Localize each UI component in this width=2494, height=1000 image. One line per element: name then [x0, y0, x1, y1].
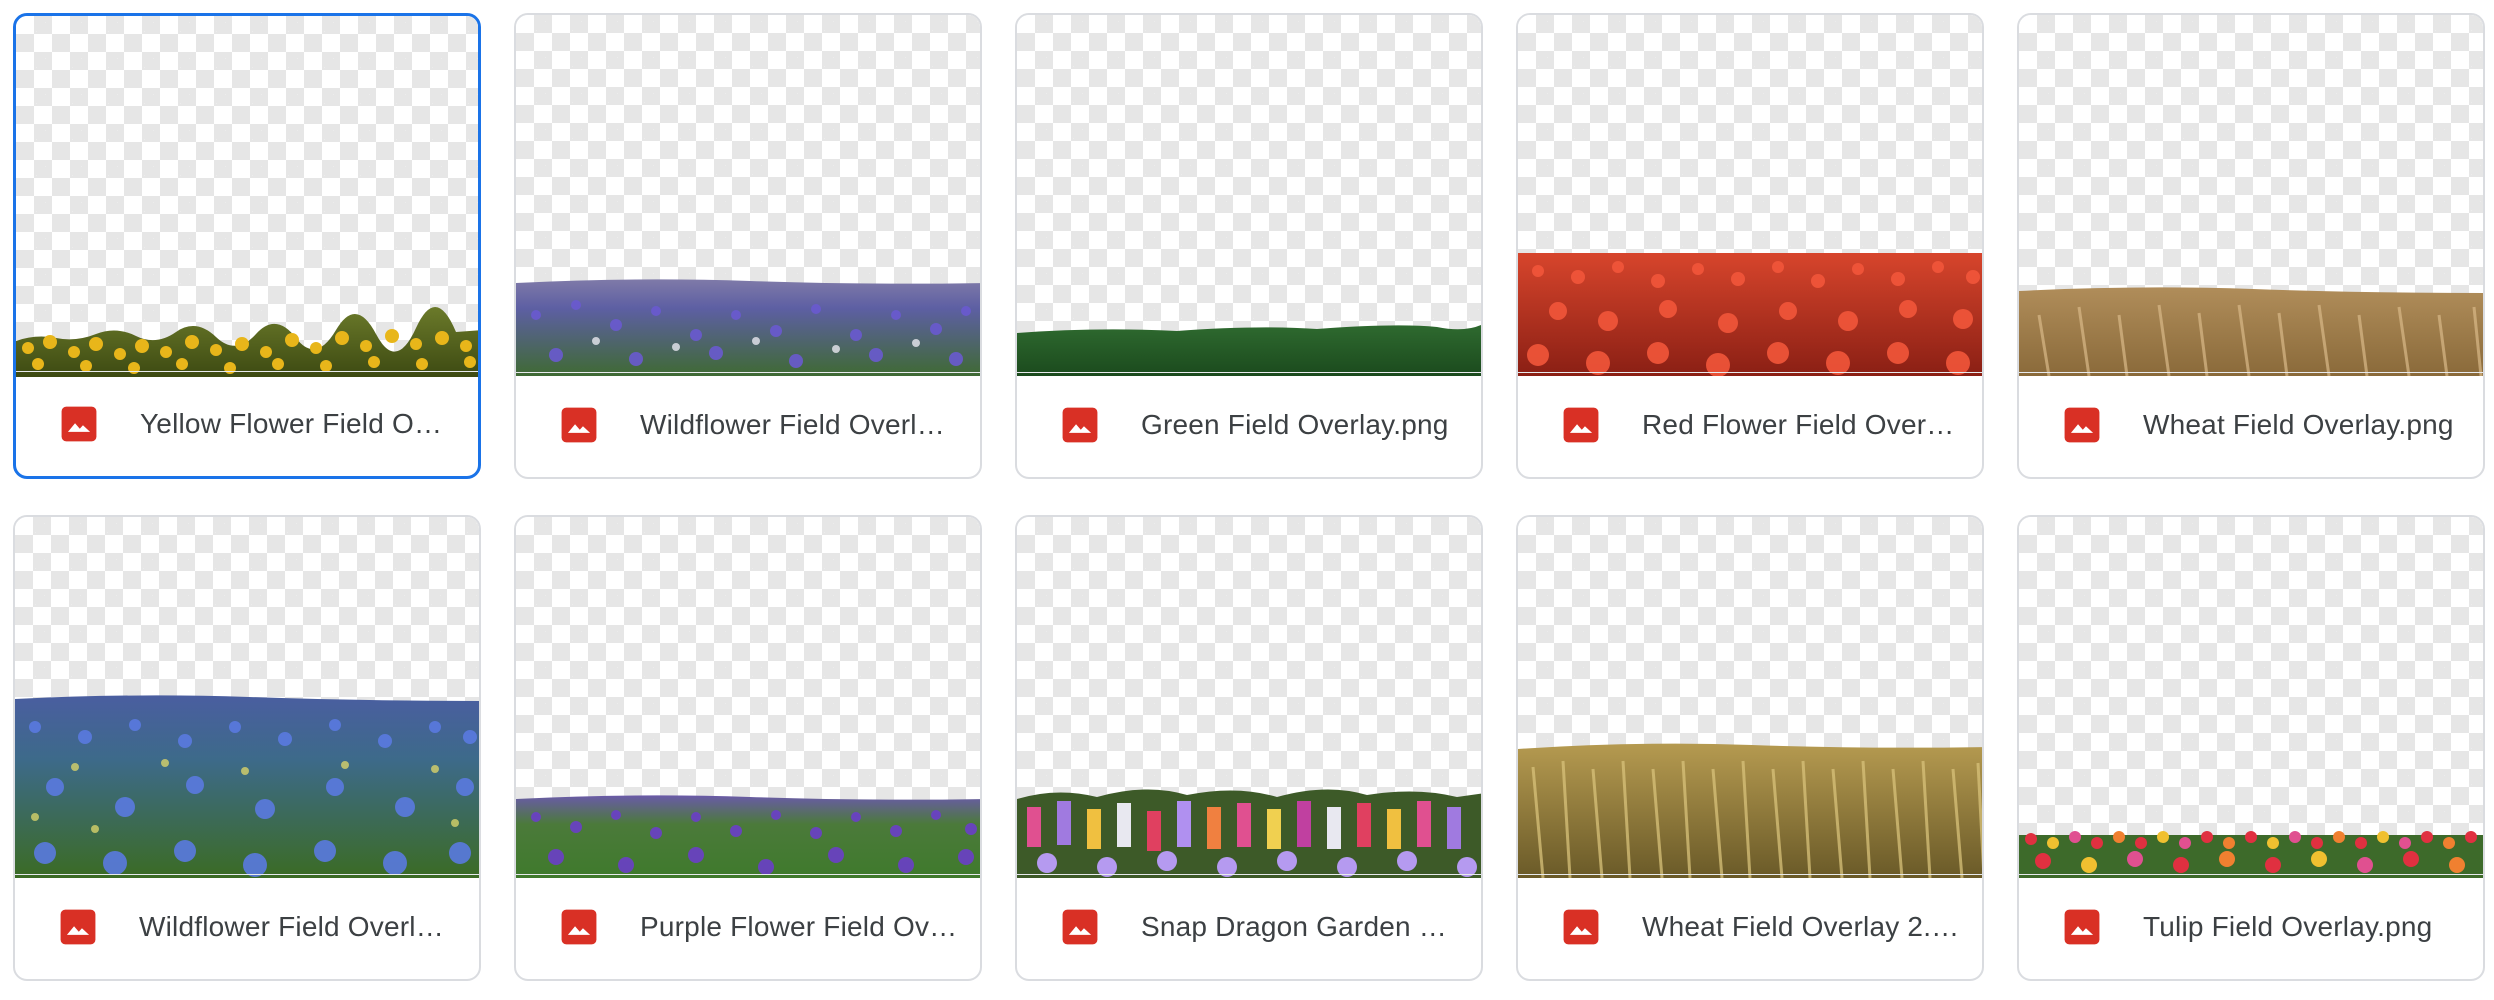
file-label-row: Red Flower Field Overl… [1518, 372, 1982, 477]
file-name: Snap Dragon Garden O… [1141, 911, 1459, 942]
file-name: Wildflower Field Overla… [139, 911, 457, 942]
file-grid: Yellow Flower Field Ov… Wildflower Field… [0, 0, 2494, 1000]
file-thumbnail [1518, 15, 1982, 376]
file-card[interactable]: Wheat Field Overlay 2.… [1516, 515, 1984, 981]
file-name: Wildflower Field Overla… [640, 409, 958, 440]
file-thumbnail [2019, 517, 2483, 878]
file-card[interactable]: Wheat Field Overlay.png [2017, 13, 2485, 479]
file-thumbnail [1518, 517, 1982, 878]
file-label-row: Wildflower Field Overla… [15, 874, 479, 979]
file-card[interactable]: Green Field Overlay.png [1015, 13, 1483, 479]
file-label-row: Snap Dragon Garden O… [1017, 874, 1481, 979]
image-file-icon [561, 909, 597, 945]
file-card[interactable]: Red Flower Field Overl… [1516, 13, 1984, 479]
file-thumbnail [516, 15, 980, 376]
file-thumbnail [516, 517, 980, 878]
file-label-row: Wheat Field Overlay.png [2019, 372, 2483, 477]
file-name: Red Flower Field Overl… [1642, 409, 1960, 440]
file-thumbnail [1017, 15, 1481, 376]
image-file-icon [2064, 909, 2100, 945]
image-file-icon [561, 407, 597, 443]
image-file-icon [1563, 407, 1599, 443]
file-thumbnail [1017, 517, 1481, 878]
file-card[interactable]: Yellow Flower Field Ov… [13, 13, 481, 479]
image-file-icon [1062, 909, 1098, 945]
image-file-icon [2064, 407, 2100, 443]
file-name: Yellow Flower Field Ov… [140, 408, 456, 439]
file-card[interactable]: Purple Flower Field Ov… [514, 515, 982, 981]
file-name: Green Field Overlay.png [1141, 409, 1449, 440]
file-name: Wheat Field Overlay.png [2143, 409, 2454, 440]
file-thumbnail [16, 16, 478, 377]
file-label-row: Purple Flower Field Ov… [516, 874, 980, 979]
image-file-icon [1563, 909, 1599, 945]
file-thumbnail [15, 517, 479, 878]
file-card[interactable]: Snap Dragon Garden O… [1015, 515, 1483, 981]
file-label-row: Green Field Overlay.png [1017, 372, 1481, 477]
file-name: Tulip Field Overlay.png [2143, 911, 2433, 942]
file-label-row: Tulip Field Overlay.png [2019, 874, 2483, 979]
image-file-icon [60, 909, 96, 945]
file-card[interactable]: Wildflower Field Overla… [13, 515, 481, 981]
file-label-row: Yellow Flower Field Ov… [16, 371, 478, 476]
file-card[interactable]: Wildflower Field Overla… [514, 13, 982, 479]
file-card[interactable]: Tulip Field Overlay.png [2017, 515, 2485, 981]
image-file-icon [61, 406, 97, 442]
file-label-row: Wildflower Field Overla… [516, 372, 980, 477]
file-name: Purple Flower Field Ov… [640, 911, 958, 942]
file-name: Wheat Field Overlay 2.… [1642, 911, 1960, 942]
file-label-row: Wheat Field Overlay 2.… [1518, 874, 1982, 979]
file-thumbnail [2019, 15, 2483, 376]
image-file-icon [1062, 407, 1098, 443]
